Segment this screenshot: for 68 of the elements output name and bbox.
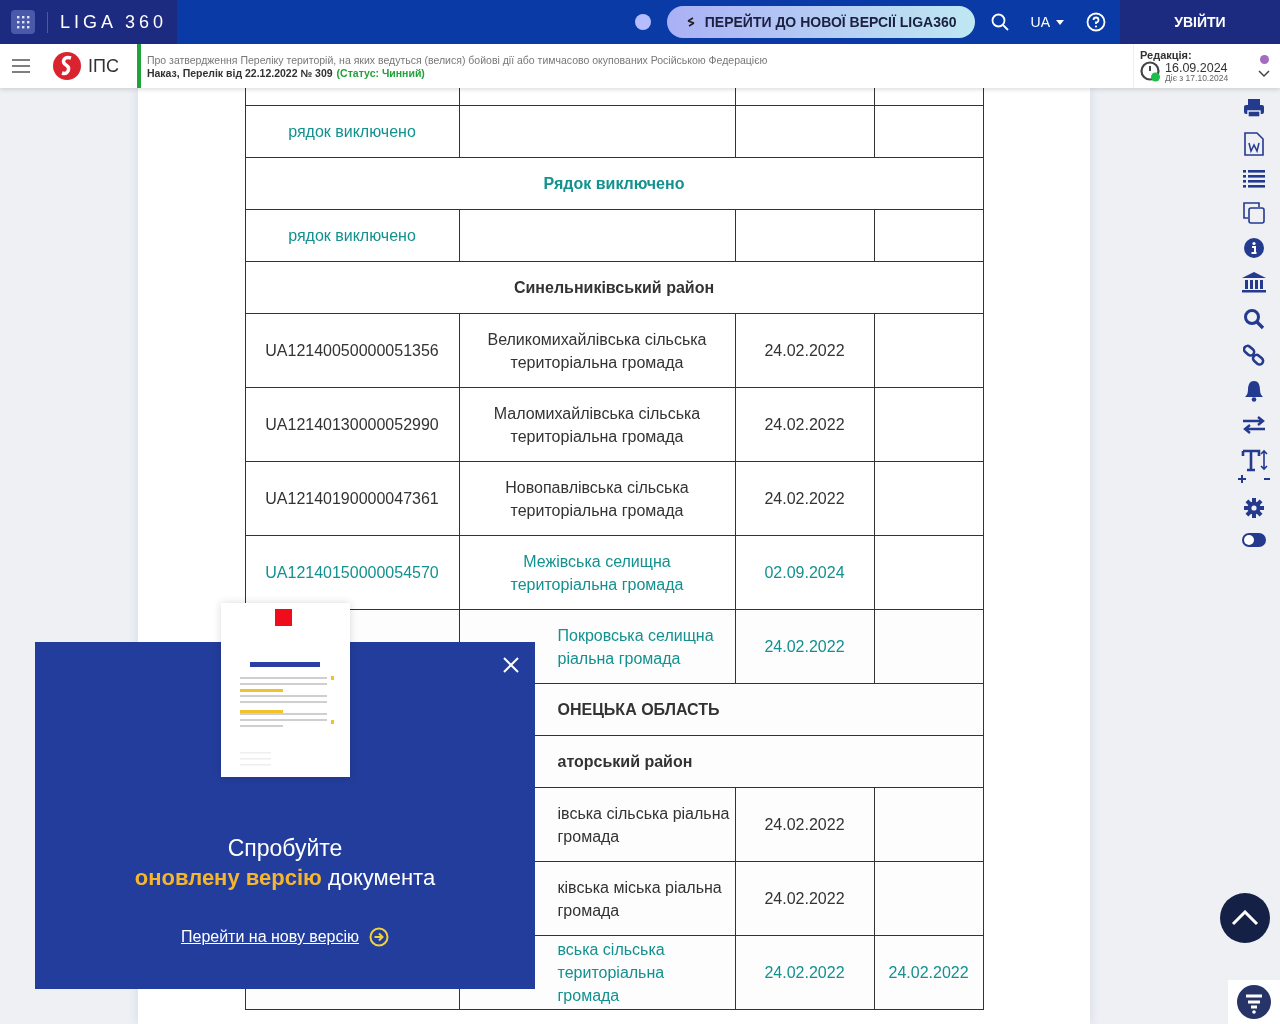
table-cell-text: 24.02.2022 [888, 963, 969, 983]
help-icon[interactable] [1086, 12, 1106, 32]
document-subtitle: Наказ, Перелік від 22.12.2022 № 309 [146, 66, 333, 79]
edition-label: Редакція: [1140, 49, 1193, 61]
table-cell-text: рядок виключено [288, 226, 416, 246]
bell-icon[interactable] [1244, 380, 1264, 402]
section-heading: ОНЕЦЬКА ОБЛАСТЬ [557, 700, 720, 720]
clock-icon [1140, 61, 1162, 83]
notification-dot-icon [1259, 54, 1269, 64]
bank-icon[interactable] [1242, 272, 1266, 294]
info-icon[interactable] [1244, 238, 1264, 258]
table-cell-text: рядок виключено [288, 122, 416, 142]
printer-icon[interactable] [1243, 98, 1265, 118]
edition-date[interactable]: 16.09.2024 [1165, 61, 1229, 74]
section-heading: Синельниківський район [513, 278, 715, 298]
section-heading: аторський район [557, 752, 693, 772]
status-dot-icon [634, 14, 651, 30]
document-status: (Статус: Чинний) [336, 66, 425, 79]
table-cell-text: 24.02.2022 [764, 415, 845, 435]
table-cell-text: UA12140130000052990 [265, 415, 439, 435]
caret-down-icon [1056, 19, 1064, 25]
table-cell-text: 24.02.2022 [764, 963, 845, 983]
toggle-icon[interactable] [1241, 532, 1267, 548]
language-dropdown[interactable]: UA [1024, 14, 1070, 30]
filter-icon[interactable] [1237, 985, 1271, 1019]
chevron-down-icon[interactable] [1258, 69, 1270, 78]
swap-arrows-icon[interactable] [1242, 416, 1266, 434]
table-cell-text: 24.02.2022 [764, 815, 845, 835]
table-cell-text: ківська міська ріальна громада [557, 877, 723, 921]
table-cell-text: івська сільська ріальна громада [557, 803, 730, 847]
table-cell-text: Новопавлівська сільська територіальна громада [504, 477, 690, 521]
table-cell-text: 24.02.2022 [764, 889, 845, 909]
menu-icon[interactable] [12, 59, 30, 73]
apps-grid-icon[interactable] [11, 10, 35, 34]
table-cell-text: UA12140150000054570 [265, 563, 439, 583]
table-cell-text: UA12140050000051356 [265, 341, 439, 361]
login-button[interactable]: УВІЙТИ [1120, 0, 1280, 44]
copy-icon[interactable] [1243, 202, 1265, 224]
table-cell-text: Покровська селищна ріальна громада [557, 625, 715, 669]
text-size-icon[interactable] [1237, 448, 1271, 484]
chevron-up-icon [1231, 910, 1259, 926]
edition-effective-date: Діє з 17.10.2024 [1165, 74, 1229, 83]
close-icon[interactable] [502, 656, 520, 674]
promo-heading: Спробуйте [227, 835, 343, 862]
ips-logo-icon [52, 51, 82, 81]
link-icon[interactable] [1243, 344, 1265, 366]
table-cell-text: UA12140190000047361 [265, 489, 439, 509]
table-cell-text: 24.02.2022 [764, 489, 845, 509]
search-icon[interactable] [1243, 308, 1265, 330]
section-heading: Рядок виключено [543, 174, 685, 194]
scroll-to-top-button[interactable] [1220, 893, 1270, 943]
table-cell-text: вська сільська територіальна громада [557, 940, 666, 1006]
arrow-right-circle-icon[interactable] [369, 927, 389, 947]
table-cell-text: Межівська селищна територіальна громада [509, 551, 685, 595]
new-version-link[interactable]: Перейти на нову версію [181, 928, 359, 946]
table-cell-text: Великомихайлівська сільська територіальна громада [486, 329, 708, 373]
promo-subheading: оновлену версію документа [134, 865, 436, 891]
table-cell-text: 02.09.2024 [764, 563, 845, 583]
table-cell-text: 24.02.2022 [764, 637, 845, 657]
search-icon[interactable] [990, 13, 1009, 31]
list-icon[interactable] [1243, 170, 1265, 188]
brand-name: ІПС [88, 55, 119, 77]
word-document-icon[interactable] [1244, 132, 1264, 156]
table-cell-text: 24.02.2022 [764, 341, 845, 361]
document-title: Про затвердження Переліку територій, на яких ведуться (велися) бойові дії або тимчасово окупованих Російською Федерацією [146, 53, 769, 66]
table-cell-text: Маломихайлівська сільська територіальна громада [492, 403, 702, 447]
settings-icon[interactable] [1244, 498, 1264, 518]
new-version-button[interactable]: ПЕРЕЙТИ ДО НОВОЇ ВЕРСІЇ LIGA360 [666, 6, 975, 38]
